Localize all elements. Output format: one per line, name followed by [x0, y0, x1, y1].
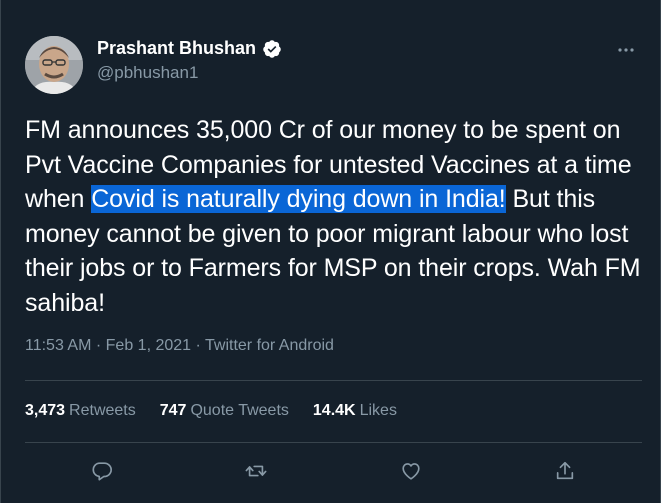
more-dots-icon[interactable] — [614, 38, 638, 62]
quote-tweets-count: 747 — [159, 402, 187, 419]
tweet-stats: 3,473 Retweets 747 Quote Tweets 14.4K Likes — [25, 402, 397, 420]
meta-separator: · — [95, 337, 102, 354]
meta-separator: · — [195, 337, 201, 354]
share-button[interactable] — [549, 455, 581, 487]
author-block: Prashant Bhushan @pbhushan1 — [97, 38, 282, 83]
author-handle[interactable]: @pbhushan1 — [97, 63, 282, 83]
avatar-image — [25, 36, 83, 94]
divider — [25, 380, 642, 381]
likes-count: 14.4K — [312, 402, 356, 419]
tweet-card: Prashant Bhushan @pbhushan1 FM announces… — [0, 0, 661, 503]
tweet-text: FM announces 35,000 Cr of our money to b… — [25, 113, 645, 320]
likes-label: Likes — [359, 402, 397, 419]
tweet-time[interactable]: 11:53 AM — [25, 337, 91, 354]
author-display-name[interactable]: Prashant Bhushan — [97, 38, 256, 59]
likes-stat[interactable]: 14.4K Likes — [313, 402, 397, 420]
heart-icon — [402, 463, 420, 480]
retweets-count: 3,473 — [25, 402, 66, 419]
retweet-icon — [245, 465, 267, 477]
divider — [25, 442, 642, 443]
quote-tweets-stat[interactable]: 747 Quote Tweets — [160, 402, 289, 420]
verified-badge-icon — [262, 39, 282, 59]
retweets-label: Retweets — [69, 402, 136, 419]
quote-tweets-label: Quote Tweets — [190, 402, 289, 419]
avatar[interactable] — [25, 36, 83, 94]
tweet-text-selected-line1: Covid is naturally dying down in — [91, 185, 446, 213]
retweet-button[interactable] — [240, 455, 272, 487]
reply-icon — [92, 462, 113, 481]
reply-button[interactable] — [86, 455, 118, 487]
tweet-meta: 11:53 AM · Feb 1, 2021 · Twitter for And… — [25, 337, 334, 355]
tweet-date[interactable]: Feb 1, 2021 — [106, 337, 191, 354]
tweet-actions — [25, 455, 642, 487]
tweet-source[interactable]: Twitter for Android — [205, 337, 334, 354]
share-icon — [556, 461, 574, 480]
tweet-text-selected-line2: India! — [445, 185, 506, 213]
like-button[interactable] — [395, 455, 427, 487]
retweets-stat[interactable]: 3,473 Retweets — [25, 402, 136, 420]
